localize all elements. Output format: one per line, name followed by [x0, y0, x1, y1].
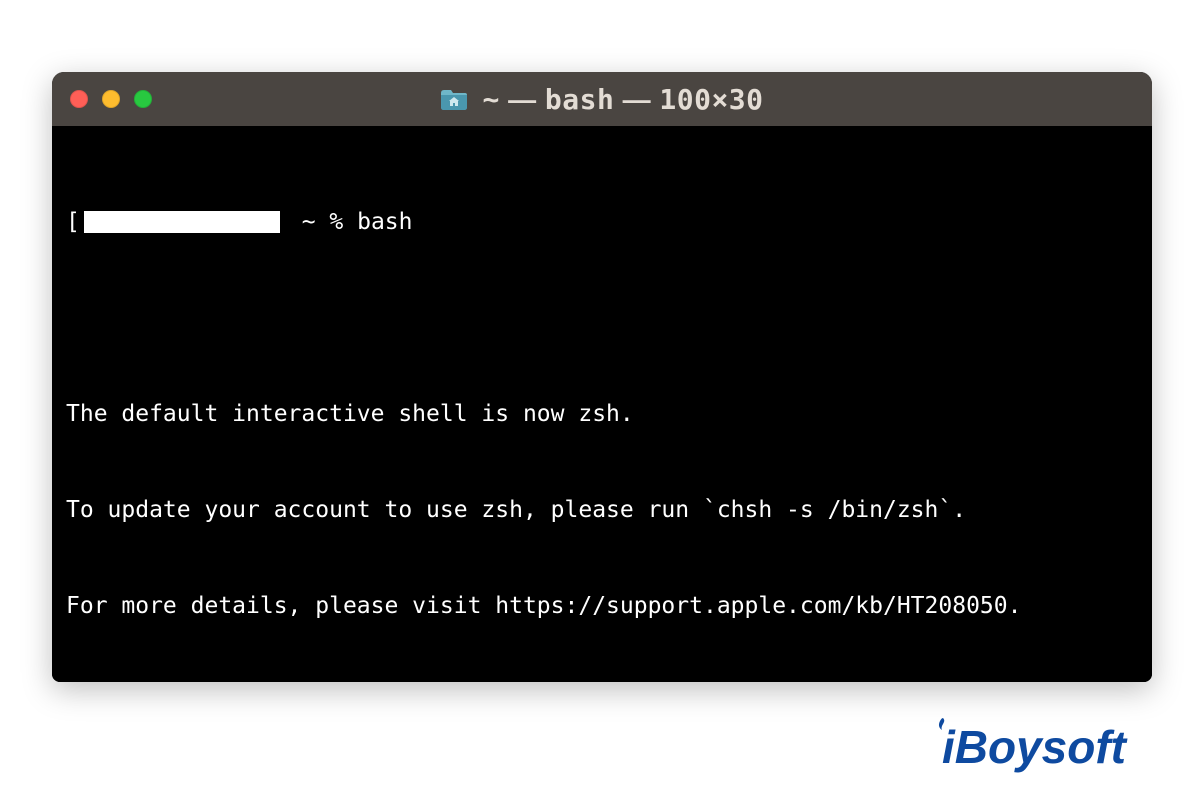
minimize-button[interactable]: [102, 90, 120, 108]
watermark-logo: iBoysoft: [926, 720, 1126, 774]
terminal-body[interactable]: [ ~ % bash The default interactive shell…: [52, 126, 1152, 682]
terminal-line: To update your account to use zsh, pleas…: [66, 494, 1138, 526]
title-sep2: —: [623, 84, 652, 115]
close-button[interactable]: [70, 90, 88, 108]
watermark-text: iBoysoft: [942, 720, 1126, 774]
terminal-line: For more details, please visit https://s…: [66, 590, 1138, 622]
terminal-line: The default interactive shell is now zsh…: [66, 398, 1138, 430]
terminal-window: ~ — bash — 100×30 [ ~ % bash The default…: [52, 72, 1152, 682]
terminal-line: [66, 302, 1138, 334]
command-text: bash: [357, 206, 412, 238]
output-text: To update your account to use zsh, pleas…: [66, 494, 966, 526]
prompt-bracket: [: [66, 206, 80, 238]
window-titlebar[interactable]: ~ — bash — 100×30: [52, 72, 1152, 126]
title-path: ~: [482, 83, 499, 116]
redacted-hostname: [80, 207, 284, 237]
title-proc: bash: [545, 83, 614, 116]
zoom-button[interactable]: [134, 90, 152, 108]
output-text: For more details, please visit https://s…: [66, 590, 1021, 622]
home-folder-icon: [440, 87, 468, 111]
terminal-line: [ ~ % bash: [66, 206, 1138, 238]
prompt-tail: ~ %: [288, 206, 357, 238]
window-title-text: ~ — bash — 100×30: [482, 83, 763, 116]
traffic-lights: [70, 90, 152, 108]
window-title: ~ — bash — 100×30: [52, 83, 1152, 116]
title-sep1: —: [508, 84, 537, 115]
title-dims: 100×30: [659, 83, 763, 116]
flame-icon: [938, 718, 952, 738]
output-text: The default interactive shell is now zsh…: [66, 398, 634, 430]
